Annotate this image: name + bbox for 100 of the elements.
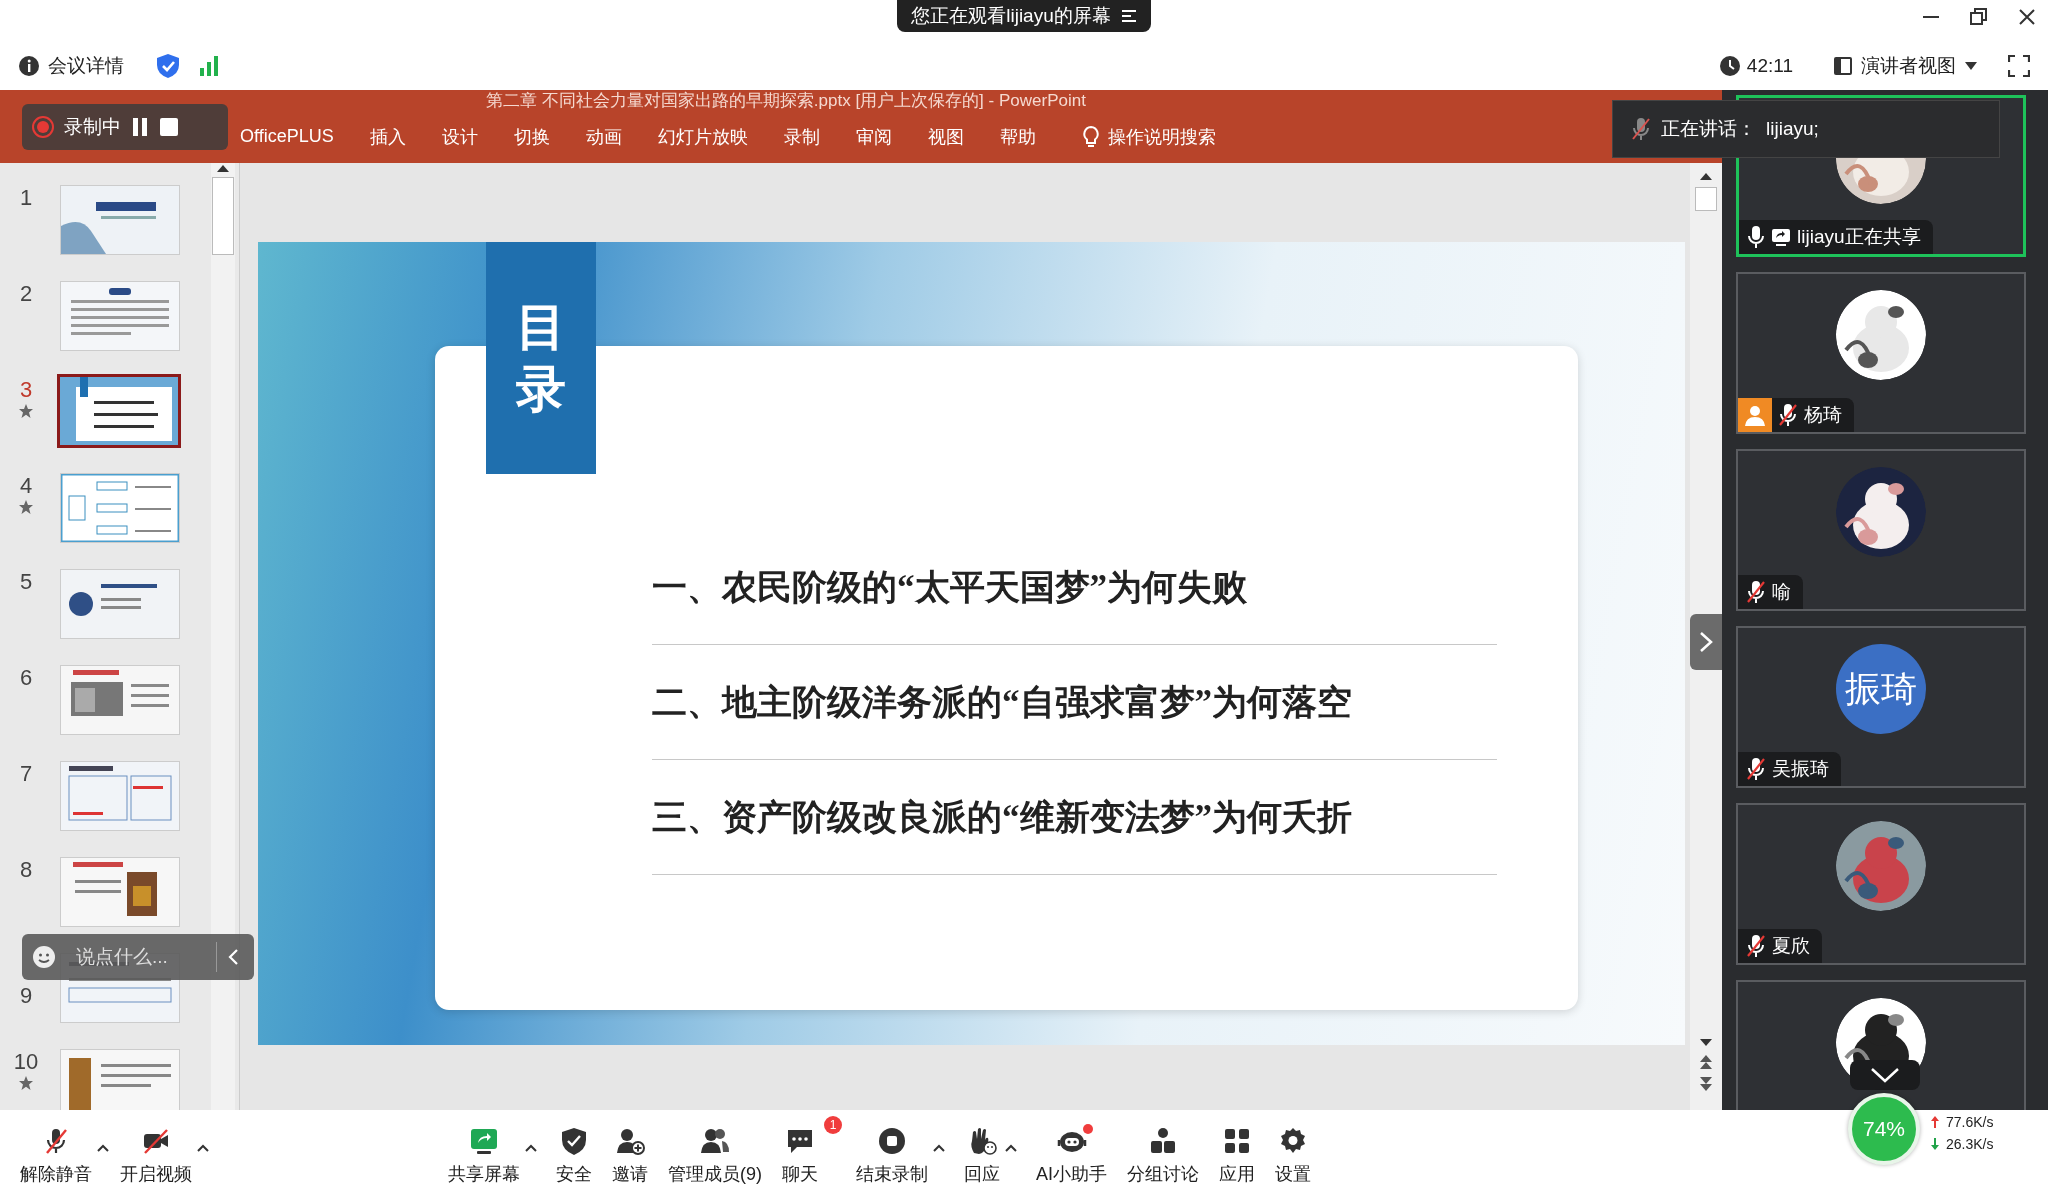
pause-icon[interactable]: [131, 117, 149, 137]
layout-icon: [1833, 56, 1853, 76]
video-tile[interactable]: [1736, 980, 2026, 1110]
slide-number: 9: [19, 983, 33, 1009]
slide-number: 8: [19, 857, 33, 883]
agenda-item: 二、地主阶级洋务派的“自强求富梦”为何落空: [652, 645, 1497, 760]
collapse-panel-button[interactable]: [1690, 614, 1722, 670]
scrollbar-thumb[interactable]: [1695, 187, 1717, 211]
participant-name: 喻: [1772, 580, 1791, 604]
upload-arrow-icon: [1930, 1115, 1940, 1129]
download-speed: 26.3K/s: [1946, 1136, 1994, 1152]
meeting-timer: 42:11: [1746, 55, 1793, 77]
toolbar-button[interactable]: 设置: [1269, 1126, 1317, 1186]
stop-icon[interactable]: [159, 117, 179, 137]
toolbar-button[interactable]: 开启视频: [114, 1126, 198, 1186]
scroll-up-icon[interactable]: [1699, 171, 1713, 181]
recording-icon: [32, 116, 54, 138]
toolbar-button[interactable]: 应用: [1213, 1126, 1261, 1186]
caret-icon[interactable]: [932, 1142, 946, 1152]
caret-icon[interactable]: [96, 1142, 110, 1152]
caret-icon[interactable]: [196, 1142, 210, 1152]
video-tile[interactable]: 夏欣: [1736, 803, 2026, 965]
ribbon-tab[interactable]: 设计: [441, 124, 478, 149]
chevron-right-icon: [1699, 631, 1713, 653]
toolbar-button[interactable]: 安全: [550, 1126, 598, 1186]
slide-number: 10: [13, 1049, 39, 1075]
meeting-details-button[interactable]: 会议详情: [18, 53, 124, 79]
toolbar-button[interactable]: AI小助手: [1030, 1126, 1113, 1186]
caret-icon: [1964, 61, 1978, 71]
scrollbar-thumb[interactable]: [212, 177, 234, 255]
participant-name: 夏欣: [1772, 934, 1810, 958]
notification-badge: 1: [824, 1116, 842, 1134]
chat-toast[interactable]: 说点什么...: [22, 934, 254, 980]
upload-speed: 77.6K/s: [1946, 1114, 1994, 1130]
menu-icon[interactable]: [1120, 9, 1137, 23]
toolbar-button[interactable]: 共享屏幕: [442, 1126, 526, 1186]
view-mode-dropdown[interactable]: 演讲者视图: [1833, 53, 1978, 79]
next-slide-icon[interactable]: [1699, 1076, 1713, 1092]
video-tile[interactable]: 振琦 吴振琦: [1736, 626, 2026, 788]
caret-icon[interactable]: [524, 1142, 538, 1152]
muted-microphone-icon: [1631, 117, 1651, 141]
ribbon-tab[interactable]: 幻灯片放映: [657, 124, 748, 149]
toolbar-button[interactable]: 聊天: [776, 1126, 824, 1186]
smiley-icon[interactable]: [32, 945, 56, 969]
ribbon-tab[interactable]: 切换: [513, 124, 550, 149]
toolbar-button[interactable]: 邀请: [606, 1126, 654, 1186]
participant-name: lijiayu正在共享: [1797, 225, 1921, 249]
ribbon-tab[interactable]: 视图: [927, 124, 964, 149]
previous-slide-icon[interactable]: [1699, 1054, 1713, 1070]
group-icon: [1148, 1126, 1178, 1156]
shield-icon: [559, 1126, 589, 1156]
toolbar-button[interactable]: 管理成员(9): [662, 1126, 768, 1186]
scroll-down-icon[interactable]: [1699, 1038, 1713, 1048]
search-box[interactable]: 操作说明搜索: [1081, 124, 1216, 149]
toolbar-button[interactable]: 结束录制: [850, 1126, 934, 1186]
info-icon: [18, 55, 40, 77]
chat-input-field[interactable]: 说点什么...: [66, 942, 206, 972]
screen-share-banner[interactable]: 您正在观看lijiayu的屏幕: [897, 0, 1151, 32]
recording-status: 录制中: [64, 115, 121, 139]
participant-name: 杨琦: [1804, 403, 1842, 427]
shield-icon[interactable]: [156, 53, 180, 79]
chevron-down-icon: [1870, 1067, 1900, 1083]
speaker-name: lijiayu;: [1766, 118, 1819, 140]
ribbon-tab[interactable]: 帮助: [999, 124, 1036, 149]
stop-icon: [877, 1126, 907, 1156]
video-tile[interactable]: 杨琦: [1736, 272, 2026, 434]
scroll-down-button[interactable]: [1850, 1060, 1920, 1090]
person-icon: [1744, 404, 1766, 426]
video-tile[interactable]: 喻: [1736, 449, 2026, 611]
toolbar-button[interactable]: 解除静音: [14, 1126, 98, 1186]
agenda-item: 三、资产阶级改良派的“维新变法梦”为何夭折: [652, 760, 1497, 875]
toolbar-button[interactable]: 回应: [958, 1126, 1006, 1186]
ribbon-tab[interactable]: 录制: [783, 124, 820, 149]
ribbon-tab[interactable]: 动画: [585, 124, 622, 149]
ribbon-tab[interactable]: OfficePLUS: [240, 126, 334, 147]
slide-number: 2: [19, 281, 33, 307]
download-arrow-icon: [1930, 1137, 1940, 1151]
avatar: 振琦: [1836, 644, 1926, 734]
ribbon-tab[interactable]: 审阅: [855, 124, 892, 149]
banner-text: 您正在观看lijiayu的屏幕: [911, 4, 1111, 28]
caret-icon[interactable]: [1004, 1142, 1018, 1152]
restore-icon[interactable]: [1968, 6, 1990, 28]
slide-number: 7: [19, 761, 33, 787]
fullscreen-icon[interactable]: [2008, 55, 2030, 77]
slide-number: 4: [19, 473, 33, 499]
lightbulb-icon: [1081, 124, 1100, 149]
add-person-icon: [615, 1126, 645, 1156]
slide-heading: 目录: [516, 297, 566, 419]
signal-icon: [198, 56, 220, 76]
chevron-left-icon[interactable]: [227, 948, 239, 966]
document-title: 第二章 不同社会力量对国家出路的早期探索.pptx [用户上次保存的] - PowerPoint: [486, 90, 1086, 110]
agenda-item: 一、农民阶级的“太平天国梦”为何失败: [652, 530, 1497, 645]
toolbar-button[interactable]: 分组讨论: [1121, 1126, 1205, 1186]
apps-grid-icon: [1222, 1126, 1252, 1156]
slide-number: 3: [19, 377, 33, 403]
slide-thumbnail[interactable]: [60, 473, 180, 543]
slide-thumbnail[interactable]: [57, 374, 181, 448]
share-screen-icon: [469, 1126, 499, 1156]
slide-number: 6: [19, 665, 33, 691]
ribbon-tab[interactable]: 插入: [369, 124, 406, 149]
